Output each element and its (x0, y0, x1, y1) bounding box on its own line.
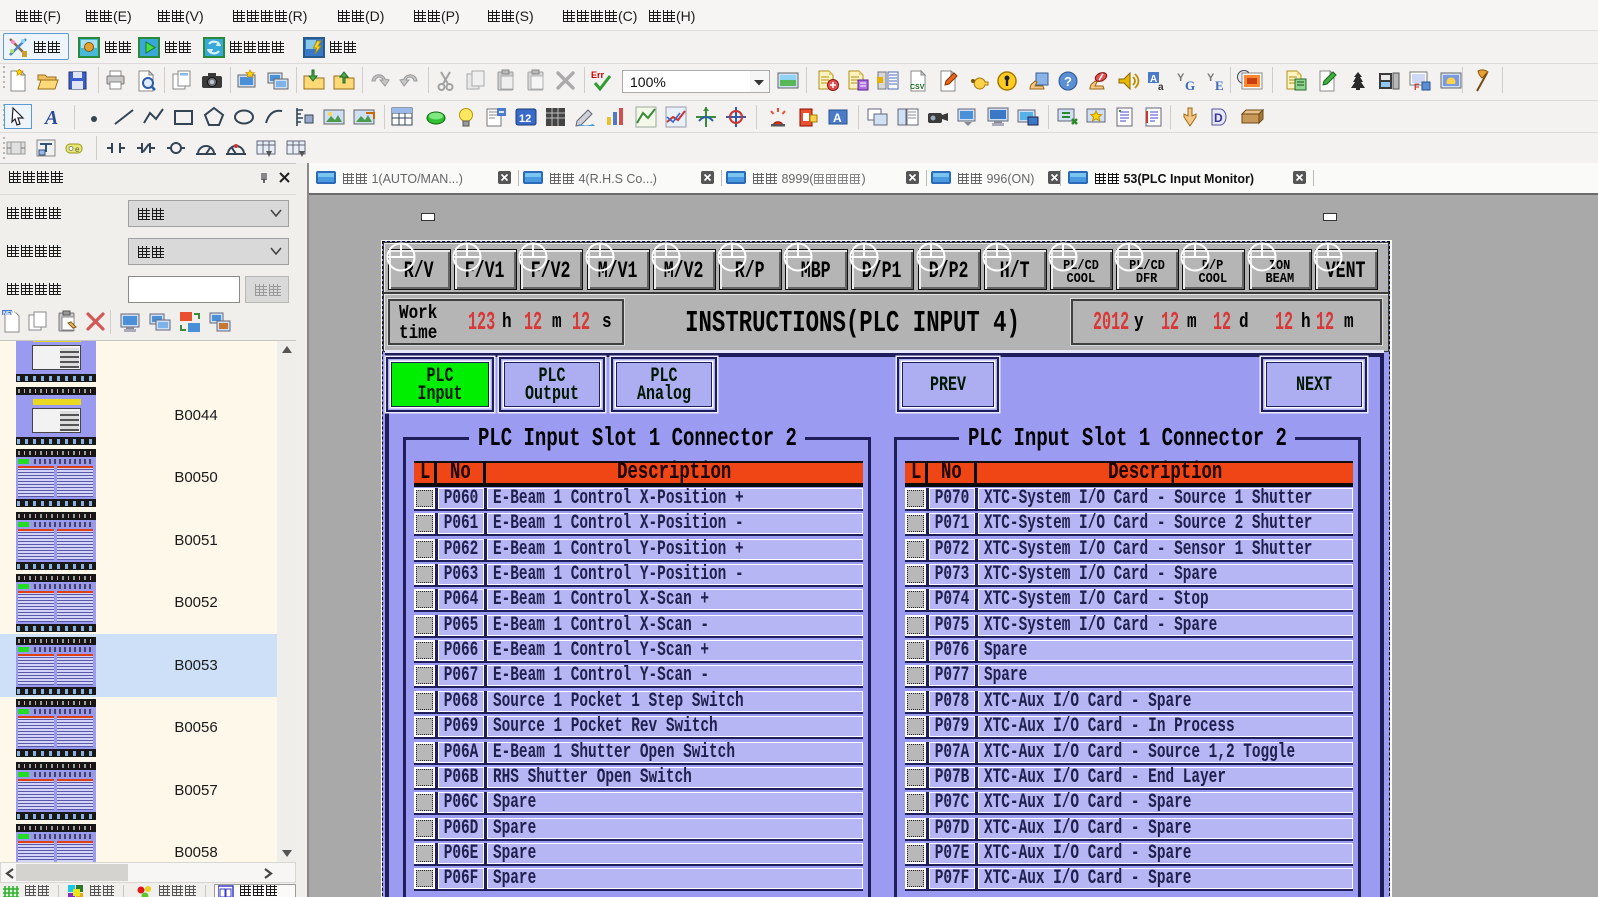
svg-text:A: A (43, 107, 58, 127)
svg-text:NEW: NEW (3, 311, 17, 317)
svg-text:E: E (1215, 78, 1224, 93)
svg-text:e: e (75, 145, 80, 154)
svg-text:12: 12 (519, 113, 531, 125)
svg-text:A: A (833, 111, 842, 125)
svg-text:D: D (1214, 111, 1223, 125)
svg-text:Err: Err (591, 70, 605, 80)
svg-text:A: A (1150, 74, 1157, 85)
svg-text:F: F (1414, 82, 1420, 92)
svg-text:CSV: CSV (910, 84, 925, 91)
svg-text:G: G (1185, 78, 1195, 93)
svg-text:a: a (1158, 82, 1164, 93)
svg-text:Y: Y (1177, 72, 1185, 84)
svg-text:Y: Y (1207, 72, 1215, 84)
svg-text:?: ? (1064, 74, 1072, 89)
